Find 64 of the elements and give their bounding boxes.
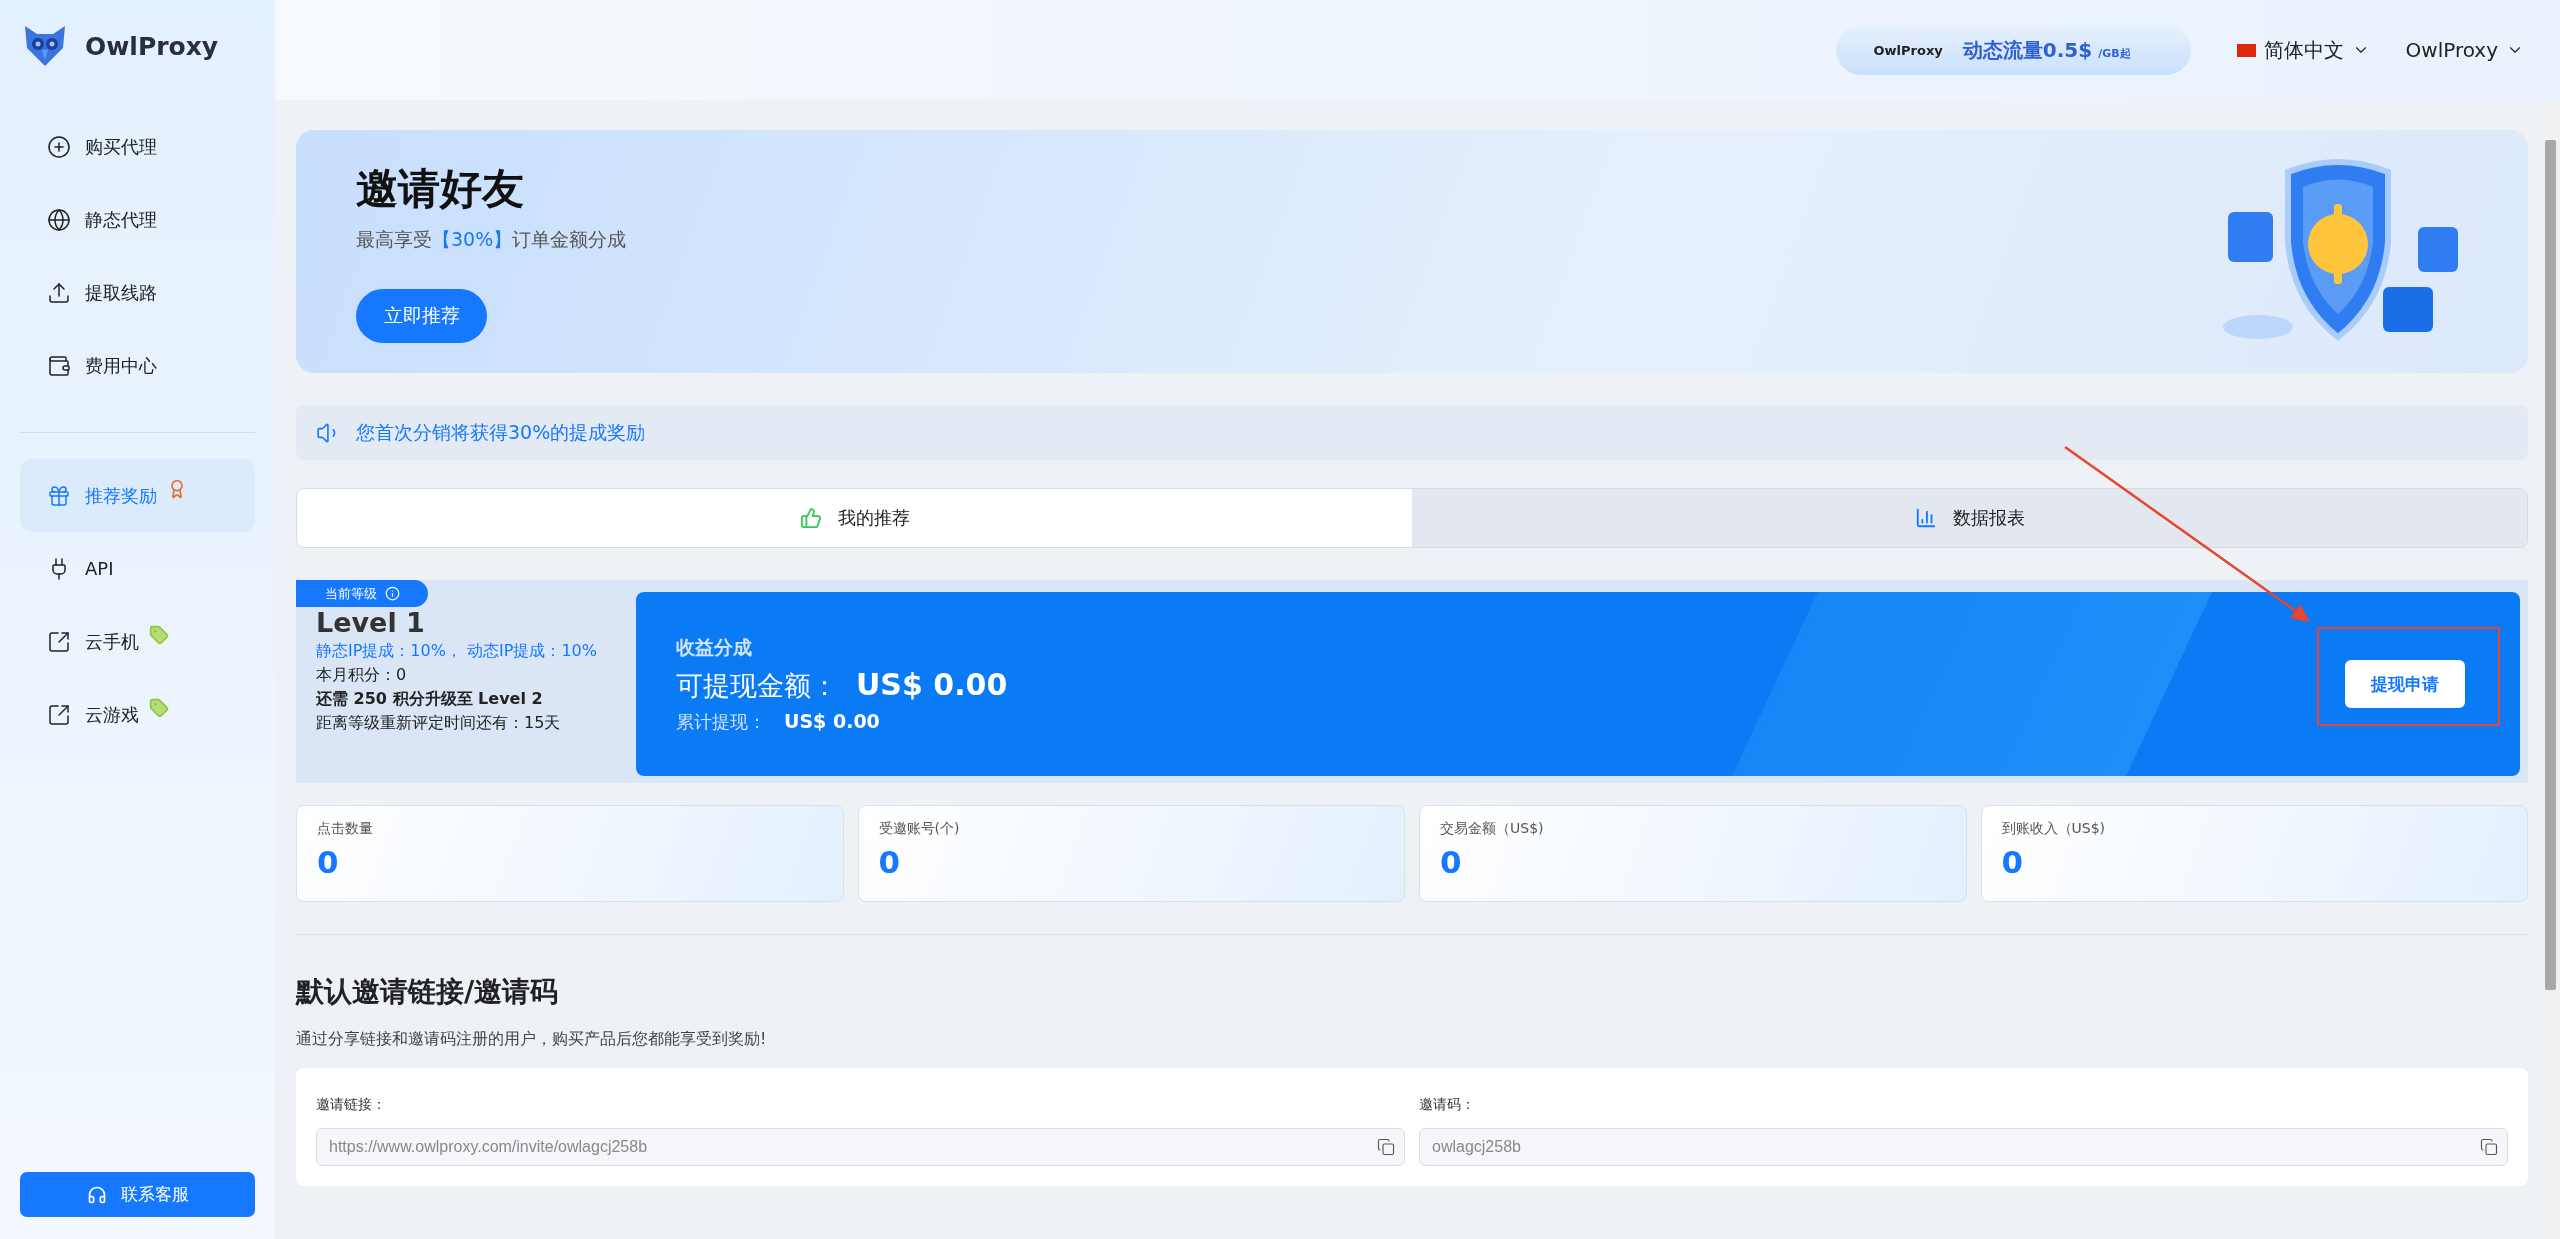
stat-label: 交易金额（US$) bbox=[1440, 820, 1545, 838]
recommend-button[interactable]: 立即推荐 bbox=[356, 288, 487, 343]
promo-headline: 动态流量0.5$ bbox=[1962, 36, 2093, 64]
sidebar-item[interactable]: 静态代理 bbox=[20, 183, 255, 256]
stat-label: 点击数量 bbox=[317, 820, 374, 838]
available-label: 可提现金额： bbox=[676, 668, 838, 703]
thumbs-up-icon bbox=[799, 507, 822, 529]
stat-value: 0 bbox=[1440, 844, 1463, 880]
scrollbar[interactable] bbox=[2540, 100, 2560, 1239]
sidebar-item[interactable]: 云手机 bbox=[20, 605, 255, 678]
sidebar-item[interactable]: 购买代理 bbox=[20, 110, 255, 183]
stat-label: 受邀账号(个) bbox=[878, 820, 961, 838]
section-title: 默认邀请链接/邀请码 bbox=[296, 974, 560, 1010]
notice-text: 您首次分销将获得30%的提成奖励 bbox=[356, 419, 646, 445]
sidebar-item[interactable]: 云游戏 bbox=[20, 678, 255, 751]
headset-icon bbox=[86, 1184, 107, 1205]
reset-text: 距离等级重新评定时间还有：15天 bbox=[316, 713, 562, 734]
share-icon bbox=[47, 702, 71, 727]
banner-subtitle: 最高享受【30%】订单金额分成 bbox=[356, 226, 627, 252]
copy-icon[interactable] bbox=[1377, 1138, 1395, 1156]
points-text: 本月积分：0 bbox=[316, 665, 408, 686]
sidebar-item[interactable]: 推荐奖励 bbox=[20, 459, 255, 532]
upgrade-text: 还需 250 积分升级至 Level 2 bbox=[316, 689, 544, 710]
stat-label: 到账收入（US$) bbox=[2001, 820, 2106, 838]
level-name: Level 1 bbox=[316, 607, 426, 638]
stat-value: 0 bbox=[317, 844, 340, 880]
field-label: 邀请链接： bbox=[316, 1096, 387, 1114]
copy-icon[interactable] bbox=[2480, 1138, 2498, 1156]
tag-icon bbox=[149, 697, 169, 718]
promo-unit: /GB起 bbox=[2098, 45, 2131, 61]
tab[interactable]: 我的推荐 bbox=[297, 489, 1412, 547]
total-label: 累计提现： bbox=[676, 709, 766, 734]
promo-brand: OwlProxy bbox=[1873, 42, 1943, 58]
earnings-title: 收益分成 bbox=[676, 634, 753, 660]
support-button[interactable]: 联系客服 bbox=[20, 1172, 255, 1217]
info-icon bbox=[384, 586, 400, 601]
gift-icon bbox=[47, 483, 71, 508]
sidebar-item[interactable]: 提取线路 bbox=[20, 256, 255, 329]
owl-logo-icon bbox=[23, 24, 67, 68]
wallet-icon bbox=[47, 353, 71, 378]
language-selector[interactable]: 简体中文 bbox=[2236, 36, 2370, 64]
field-label: 邀请码： bbox=[1419, 1096, 1476, 1114]
logo-text: OwlProxy bbox=[85, 31, 219, 61]
stat-value: 0 bbox=[878, 844, 902, 880]
commission-text: 静态IP提成：10%， 动态IP提成：10% bbox=[316, 641, 598, 662]
promo-banner[interactable]: OwlProxy 动态流量0.5$ /GB起 bbox=[1835, 25, 2191, 75]
sidebar-item[interactable]: API bbox=[20, 532, 255, 605]
flag-icon bbox=[2236, 43, 2256, 57]
total-value: US$ 0.00 bbox=[784, 709, 880, 732]
user-menu[interactable]: OwlProxy bbox=[2405, 38, 2524, 62]
bar-chart-icon bbox=[1914, 507, 1937, 529]
globe-icon bbox=[47, 207, 71, 232]
withdraw-button[interactable]: 提现申请 bbox=[2345, 660, 2465, 708]
stat-value: 0 bbox=[2001, 844, 2025, 880]
sidebar-item[interactable]: 费用中心 bbox=[20, 329, 255, 402]
share-icon bbox=[47, 629, 71, 654]
available-value: US$ 0.00 bbox=[856, 666, 1008, 702]
banner-title: 邀请好友 bbox=[356, 162, 525, 215]
section-description: 通过分享链接和邀请码注册的用户，购买产品后您都能享受到奖励! bbox=[296, 1029, 768, 1050]
level-tag: 当前等级 bbox=[296, 580, 428, 607]
tab[interactable]: 数据报表 bbox=[1412, 489, 2527, 547]
upload-icon bbox=[47, 280, 71, 305]
tag-icon bbox=[149, 624, 169, 645]
plus-circle-icon bbox=[47, 134, 71, 159]
